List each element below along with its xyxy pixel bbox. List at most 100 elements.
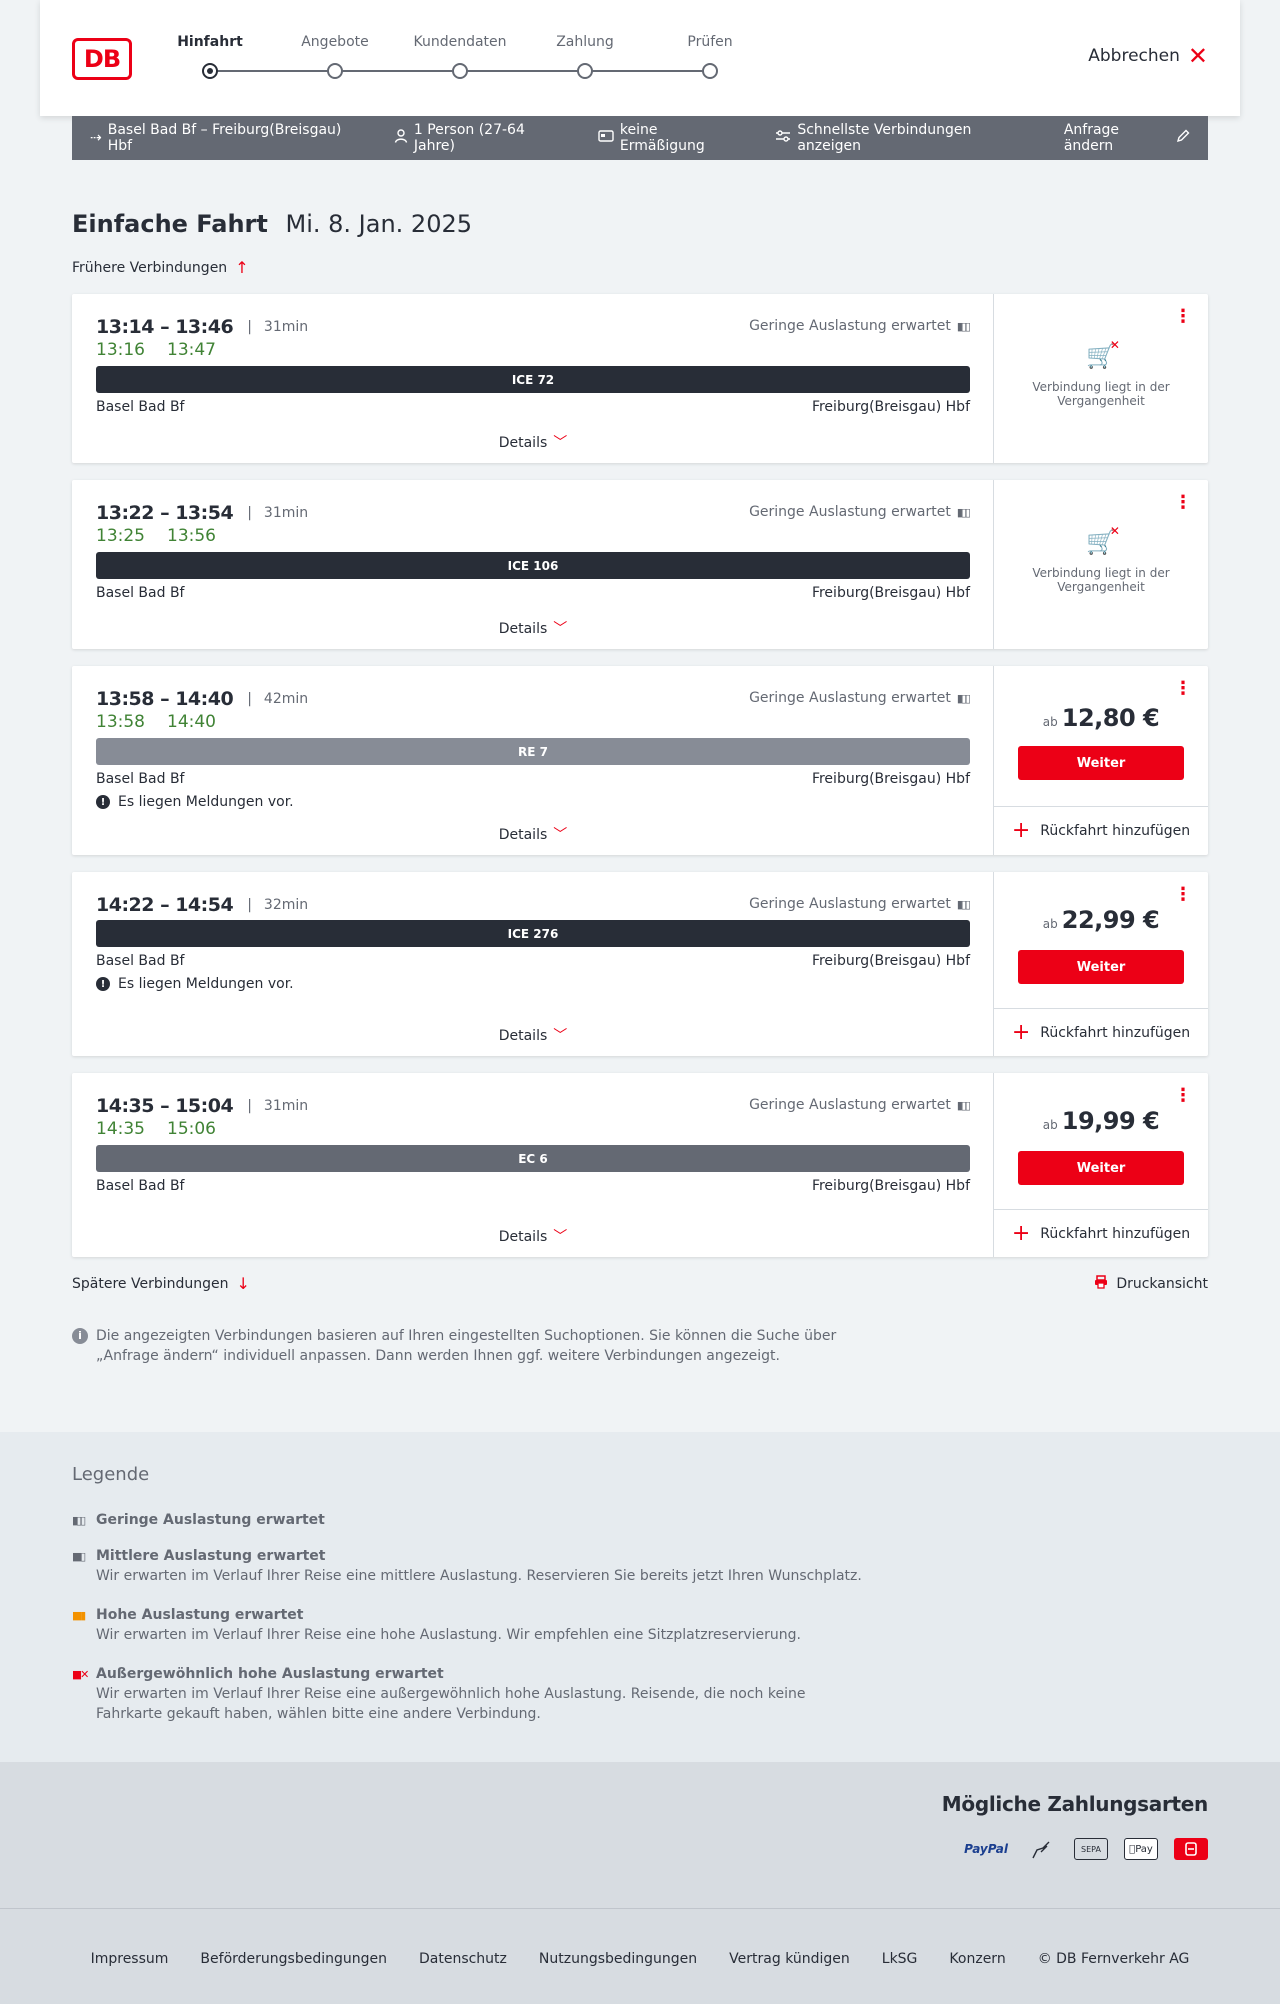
footer-link-vertrag-kuendigen[interactable]: Vertrag kündigen: [729, 1951, 850, 1967]
planned-times: 13:14 – 13:46: [96, 316, 234, 338]
stations: Basel Bad Bf Freiburg(Breisgau) Hbf: [96, 585, 970, 601]
occupancy-indicator: Geringe Auslastung erwartet ▮▯▯: [749, 896, 971, 912]
legend-item-high: ▮▮▮ Hohe Auslastung erwartet Wir erwarten…: [72, 1607, 801, 1643]
realtime-times: 13:25 13:56: [96, 526, 216, 546]
disruption-message[interactable]: ! Es liegen Meldungen vor.: [96, 976, 294, 992]
occupancy-low-icon: ▮▯▯: [72, 1513, 86, 1527]
occupancy-indicator: Geringe Auslastung erwartet ▮▯▯: [749, 318, 971, 334]
step-hinfahrt: Hinfahrt: [150, 34, 270, 79]
summary-option: Schnellste Verbindungen anzeigen: [775, 122, 1030, 154]
stations: Basel Bad Bf Freiburg(Breisgau) Hbf: [96, 953, 970, 969]
occupancy-low-icon: ▮▯▯: [956, 691, 971, 705]
footer-link-befoerderungsbedingungen[interactable]: Beförderungsbedingungen: [200, 1951, 387, 1967]
connection-details-area[interactable]: 13:58 – 14:40 | 42min 13:58 14:40 Gering…: [72, 666, 994, 855]
train-bar[interactable]: EC 6: [96, 1145, 970, 1172]
booking-stepper: Hinfahrt Angebote Kundendaten Zahlung Pr…: [177, 34, 780, 84]
db-logo[interactable]: DB: [72, 38, 132, 80]
later-connections-link[interactable]: Spätere Verbindungen ↓: [72, 1274, 250, 1293]
db-payment-icon: [1174, 1838, 1208, 1860]
step-dot-active: [202, 63, 218, 79]
edit-request-button[interactable]: Anfrage ändern: [1064, 122, 1190, 154]
duration: 31min: [263, 1098, 309, 1114]
more-options-icon[interactable]: ⋮: [1174, 1087, 1192, 1105]
occupancy-indicator: Geringe Auslastung erwartet ▮▯▯: [749, 504, 971, 520]
summary-discount: keine Ermäßigung: [598, 122, 741, 154]
train-bar[interactable]: RE 7: [96, 738, 970, 765]
connection-details-area[interactable]: 14:35 – 15:04 | 31min 14:35 15:06 Gering…: [72, 1073, 994, 1257]
direct-debit-hand-icon: [1024, 1838, 1058, 1860]
planned-times: 13:22 – 13:54: [96, 502, 234, 524]
step-dot: [327, 63, 343, 79]
continue-button[interactable]: Weiter: [1018, 1151, 1184, 1185]
pencil-icon: [1176, 129, 1190, 147]
continue-button[interactable]: Weiter: [1018, 746, 1184, 780]
planned-times: 13:58 – 14:40: [96, 688, 234, 710]
footer-link-lksg[interactable]: LkSG: [882, 1951, 918, 1967]
add-return-button[interactable]: + Rückfahrt hinzufügen: [994, 1008, 1208, 1056]
cancel-button[interactable]: Abbrechen ✕: [1088, 44, 1208, 68]
details-toggle[interactable]: Details ﹀: [72, 618, 994, 638]
more-options-icon[interactable]: ⋮: [1174, 680, 1192, 698]
realtime-times: 14:35 15:06: [96, 1119, 216, 1139]
stations: Basel Bad Bf Freiburg(Breisgau) Hbf: [96, 399, 970, 415]
chevron-down-icon: ﹀: [553, 1028, 568, 1044]
offer-area: ⋮ 🛒 ✕ Verbindung liegt in der Vergangenhe…: [994, 294, 1208, 463]
realtime-times: 13:58 14:40: [96, 712, 216, 732]
footer-copyright: © DB Fernverkehr AG: [1037, 1951, 1190, 1967]
footer-link-impressum[interactable]: Impressum: [91, 1951, 169, 1967]
footer-link-datenschutz[interactable]: Datenschutz: [419, 1951, 507, 1967]
continue-button[interactable]: Weiter: [1018, 950, 1184, 984]
plus-icon: +: [1011, 1019, 1031, 1045]
connection-details-area[interactable]: 13:22 – 13:54 | 31min 13:25 13:56 Gering…: [72, 480, 994, 649]
connection-card: 14:22 – 14:54 | 32min Geringe Auslastung…: [72, 872, 1208, 1056]
more-options-icon[interactable]: ⋮: [1174, 308, 1192, 326]
occupancy-low-icon: ▮▯▯: [956, 505, 971, 519]
connection-card: 13:14 – 13:46 | 31min 13:16 13:47 Gering…: [72, 294, 1208, 463]
chevron-down-icon: ﹀: [553, 827, 568, 843]
stations: Basel Bad Bf Freiburg(Breisgau) Hbf: [96, 1178, 970, 1194]
chevron-down-icon: ﹀: [553, 1229, 568, 1245]
offer-area: ⋮ ab 22,99 € Weiter + Rückfahrt hinzufüge…: [994, 872, 1208, 1056]
occupancy-low-icon: ▮▯▯: [956, 1098, 971, 1112]
details-toggle[interactable]: Details ﹀: [72, 824, 994, 844]
more-options-icon[interactable]: ⋮: [1174, 886, 1192, 904]
travel-date: Mi. 8. Jan. 2025: [285, 210, 473, 238]
step-pruefen: Prüfen: [650, 34, 770, 79]
info-icon: i: [72, 1328, 88, 1344]
footer-links: Impressum Beförderungsbedingungen Datens…: [0, 1951, 1280, 1967]
footer-link-nutzungsbedingungen[interactable]: Nutzungsbedingungen: [539, 1951, 697, 1967]
arrow-down-icon: ↓: [236, 1274, 250, 1293]
occupancy-medium-icon: ▮▮▯: [72, 1549, 86, 1563]
price: ab 12,80 €: [1042, 704, 1160, 732]
train-bar[interactable]: ICE 276: [96, 920, 970, 947]
disruption-message[interactable]: ! Es liegen Meldungen vor.: [96, 794, 294, 810]
add-return-button[interactable]: + Rückfahrt hinzufügen: [994, 1209, 1208, 1257]
person-icon: [394, 129, 408, 147]
connection-details-area[interactable]: 13:14 – 13:46 | 31min 13:16 13:47 Gering…: [72, 294, 994, 463]
add-return-button[interactable]: + Rückfahrt hinzufügen: [994, 806, 1208, 854]
price: ab 19,99 €: [1042, 1107, 1160, 1135]
earlier-connections-link[interactable]: Frühere Verbindungen ↑: [72, 258, 249, 277]
apple-pay-icon: Pay: [1124, 1838, 1158, 1860]
cart-unavailable-icon: 🛒 ✕: [1086, 524, 1120, 556]
price: ab 22,99 €: [1042, 906, 1160, 934]
cart-unavailable-icon: 🛒 ✕: [1086, 338, 1120, 370]
more-options-icon[interactable]: ⋮: [1174, 494, 1192, 512]
occupancy-indicator: Geringe Auslastung erwartet ▮▯▯: [749, 1097, 971, 1113]
footer-link-konzern[interactable]: Konzern: [949, 1951, 1005, 1967]
connection-card: 13:58 – 14:40 | 42min 13:58 14:40 Gering…: [72, 666, 1208, 855]
alert-icon: !: [96, 977, 110, 991]
alert-icon: !: [96, 795, 110, 809]
train-bar[interactable]: ICE 72: [96, 366, 970, 393]
train-bar[interactable]: ICE 106: [96, 552, 970, 579]
planned-times: 14:22 – 14:54: [96, 894, 234, 916]
print-view-link[interactable]: Druckansicht: [1094, 1274, 1208, 1293]
step-kundendaten: Kundendaten: [400, 34, 520, 79]
details-toggle[interactable]: Details ﹀: [72, 1226, 994, 1246]
payment-title: Mögliche Zahlungsarten: [941, 1792, 1209, 1816]
details-toggle[interactable]: Details ﹀: [72, 1025, 994, 1045]
page-footer: Impressum Beförderungsbedingungen Datens…: [0, 1908, 1280, 2004]
page-title: Einfache Fahrt Mi. 8. Jan. 2025: [72, 210, 473, 238]
connection-details-area[interactable]: 14:22 – 14:54 | 32min Geringe Auslastung…: [72, 872, 994, 1056]
details-toggle[interactable]: Details ﹀: [72, 432, 994, 452]
